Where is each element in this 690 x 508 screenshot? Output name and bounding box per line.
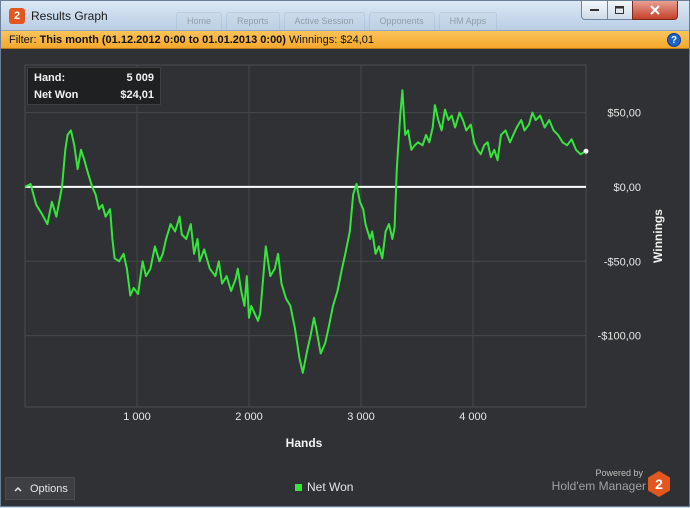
legend-label: Net Won	[307, 480, 354, 494]
x-axis-label: Hands	[286, 436, 323, 450]
y-tick-label: $0,00	[613, 182, 641, 194]
hand-info-box: Hand: 5 009 Net Won $24,01	[27, 67, 161, 105]
chevron-up-icon	[14, 486, 22, 492]
legend-swatch	[295, 483, 302, 491]
x-tick-label: 3 000	[347, 411, 375, 423]
powered-by-block: Powered by Hold'em Manager	[546, 468, 646, 493]
y-tick-label: $50,00	[607, 108, 641, 120]
net-won-row: Net Won $24,01	[34, 87, 154, 103]
results-graph-window: 2 Results Graph Home Reports Active Sess…	[0, 0, 690, 507]
options-button[interactable]: Options	[5, 477, 75, 500]
hand-label: Hand:	[34, 72, 66, 84]
y-axis-label: Winnings	[651, 209, 665, 263]
powered-by-text: Powered by	[595, 468, 643, 478]
hand-row: Hand: 5 009	[34, 70, 154, 86]
hand-value: 5 009	[126, 72, 154, 84]
y-tick-label: -$100,00	[598, 331, 641, 343]
net-won-label: Net Won	[34, 89, 79, 101]
y-tick-label: -$50,00	[604, 256, 641, 268]
net-won-value: $24,01	[120, 89, 154, 101]
x-tick-label: 2 000	[235, 411, 263, 423]
x-tick-label: 1 000	[123, 411, 151, 423]
x-tick-label: 4 000	[459, 411, 487, 423]
series-end-point	[583, 148, 589, 154]
chart-legend: Net Won	[295, 480, 353, 494]
options-label: Options	[30, 482, 68, 495]
brand-name: Hold'em Manager	[551, 479, 646, 493]
